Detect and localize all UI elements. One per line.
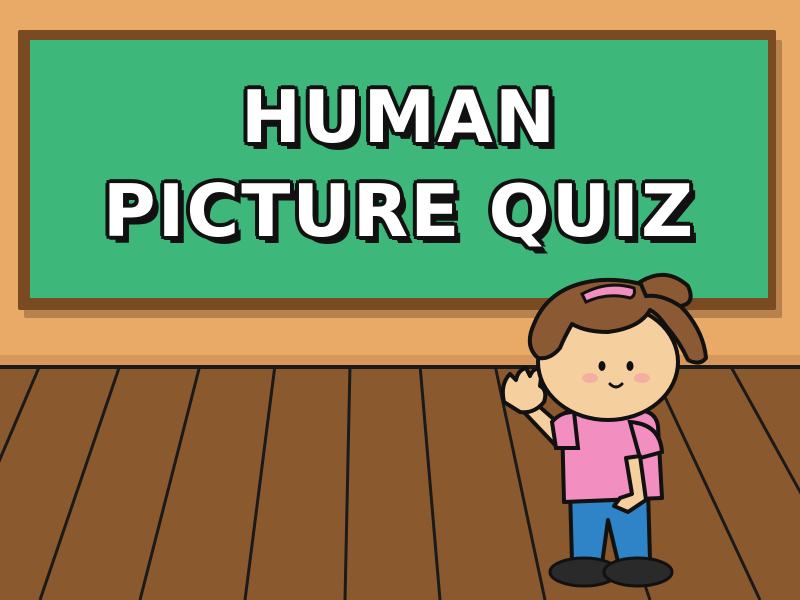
chalkboard: HUMAN PICTURE QUIZ [30, 40, 768, 298]
quiz-title-slide: HUMAN PICTURE QUIZ [0, 0, 800, 600]
girl-character-illustration [500, 273, 708, 588]
title-block: HUMAN PICTURE QUIZ [30, 40, 768, 298]
title-line-1: HUMAN [240, 75, 558, 159]
title-line-2: PICTURE QUIZ [102, 169, 696, 253]
